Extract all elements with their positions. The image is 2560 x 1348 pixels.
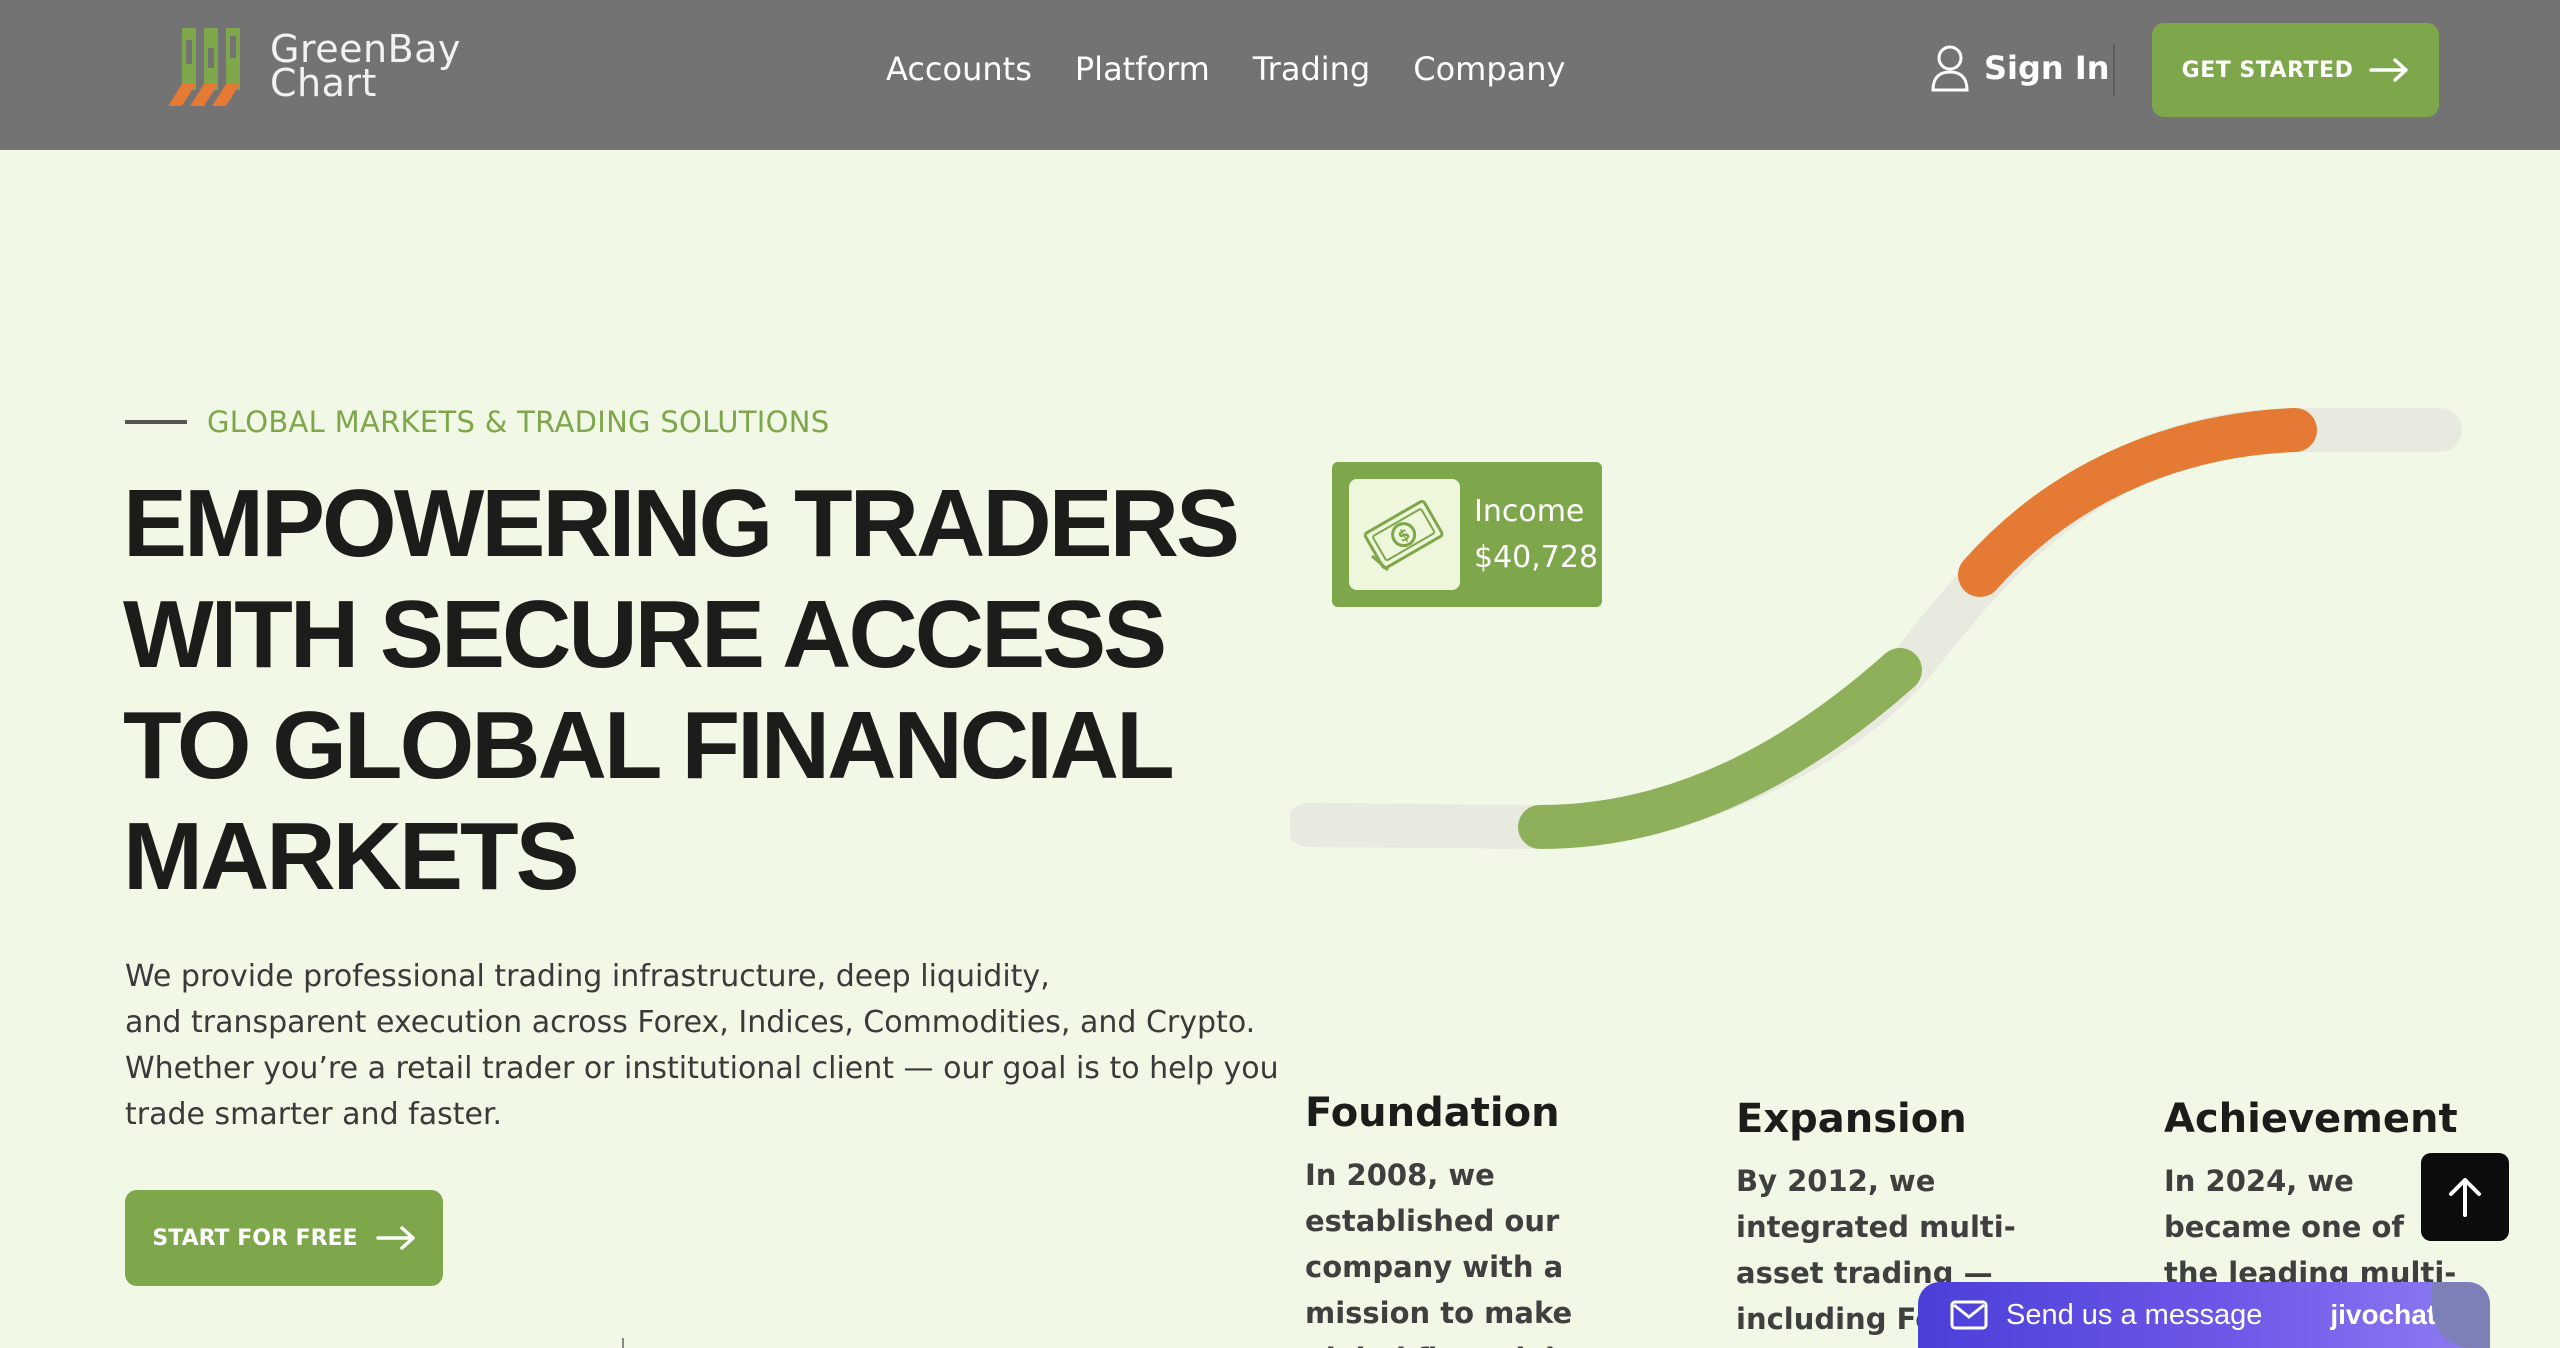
get-started-label: GET STARTED [2181, 57, 2354, 83]
hero-paragraph: We provide professional trading infrastr… [125, 954, 1325, 1138]
header-divider [2113, 44, 2115, 96]
timeline-foundation: Foundation In 2008, we established our c… [1305, 1090, 1605, 1348]
money-icon: $ [1349, 479, 1460, 590]
eyebrow-text: GLOBAL MARKETS & TRADING SOLUTIONS [207, 405, 830, 439]
eyebrow-line [125, 420, 187, 424]
income-card: $ Income $40,728 [1332, 462, 1602, 607]
section-divider [622, 1338, 624, 1348]
timeline-title: Foundation [1305, 1090, 1560, 1136]
nav-accounts[interactable]: Accounts [886, 50, 1032, 88]
hero-paragraph-line: trade smarter and faster. [125, 1097, 503, 1132]
curve-orange-segment [1958, 408, 2317, 597]
income-label: Income [1474, 493, 1585, 529]
site-header: GreenBay Chart Accounts Platform Trading… [0, 0, 2560, 150]
timeline-title: Achievement [2164, 1096, 2458, 1142]
brand-name: GreenBay Chart [270, 27, 461, 105]
arrow-right-icon [2369, 58, 2409, 82]
scroll-to-top-button[interactable] [2421, 1153, 2509, 1241]
chat-corner [2432, 1282, 2490, 1348]
timeline-title: Expansion [1736, 1096, 1967, 1142]
growth-curve-graphic [1290, 408, 2462, 850]
chat-widget[interactable]: Send us a message jivochat [1918, 1282, 2490, 1348]
hero-headline: EMPOWERING TRADERS WITH SECURE ACCESS TO… [123, 470, 1240, 910]
arrow-right-icon [375, 1226, 415, 1250]
chat-label: Send us a message [2006, 1298, 2263, 1331]
nav-platform[interactable]: Platform [1075, 50, 1210, 88]
sign-in-label: Sign In [1984, 49, 2110, 87]
hero-paragraph-line: We provide professional trading infrastr… [125, 959, 1050, 994]
start-for-free-label: START FOR FREE [152, 1225, 358, 1251]
start-for-free-button[interactable]: START FOR FREE [125, 1190, 443, 1286]
hero-paragraph-line: Whether you’re a retail trader or instit… [125, 1051, 1279, 1086]
income-value: $40,728 [1474, 539, 1599, 575]
nav-trading[interactable]: Trading [1253, 50, 1370, 88]
brand-logo[interactable]: GreenBay Chart [168, 26, 461, 106]
main-nav: Accounts Platform Trading Company [886, 50, 1565, 88]
timeline-text: In 2008, we established our company with… [1305, 1158, 1573, 1348]
logo-mark-icon [168, 28, 240, 106]
get-started-button[interactable]: GET STARTED [2152, 23, 2439, 117]
chat-brand: jivochat [2330, 1299, 2437, 1330]
hero-paragraph-line: and transparent execution across Forex, … [125, 1005, 1256, 1040]
user-icon [1931, 45, 1969, 92]
nav-company[interactable]: Company [1413, 50, 1565, 88]
arrow-up-icon [2449, 1178, 2481, 1217]
mail-icon [1950, 1300, 1988, 1330]
hero-eyebrow: GLOBAL MARKETS & TRADING SOLUTIONS [125, 405, 829, 439]
sign-in-link[interactable]: Sign In [1930, 44, 2110, 92]
income-info: Income $40,728 [1474, 489, 1598, 581]
